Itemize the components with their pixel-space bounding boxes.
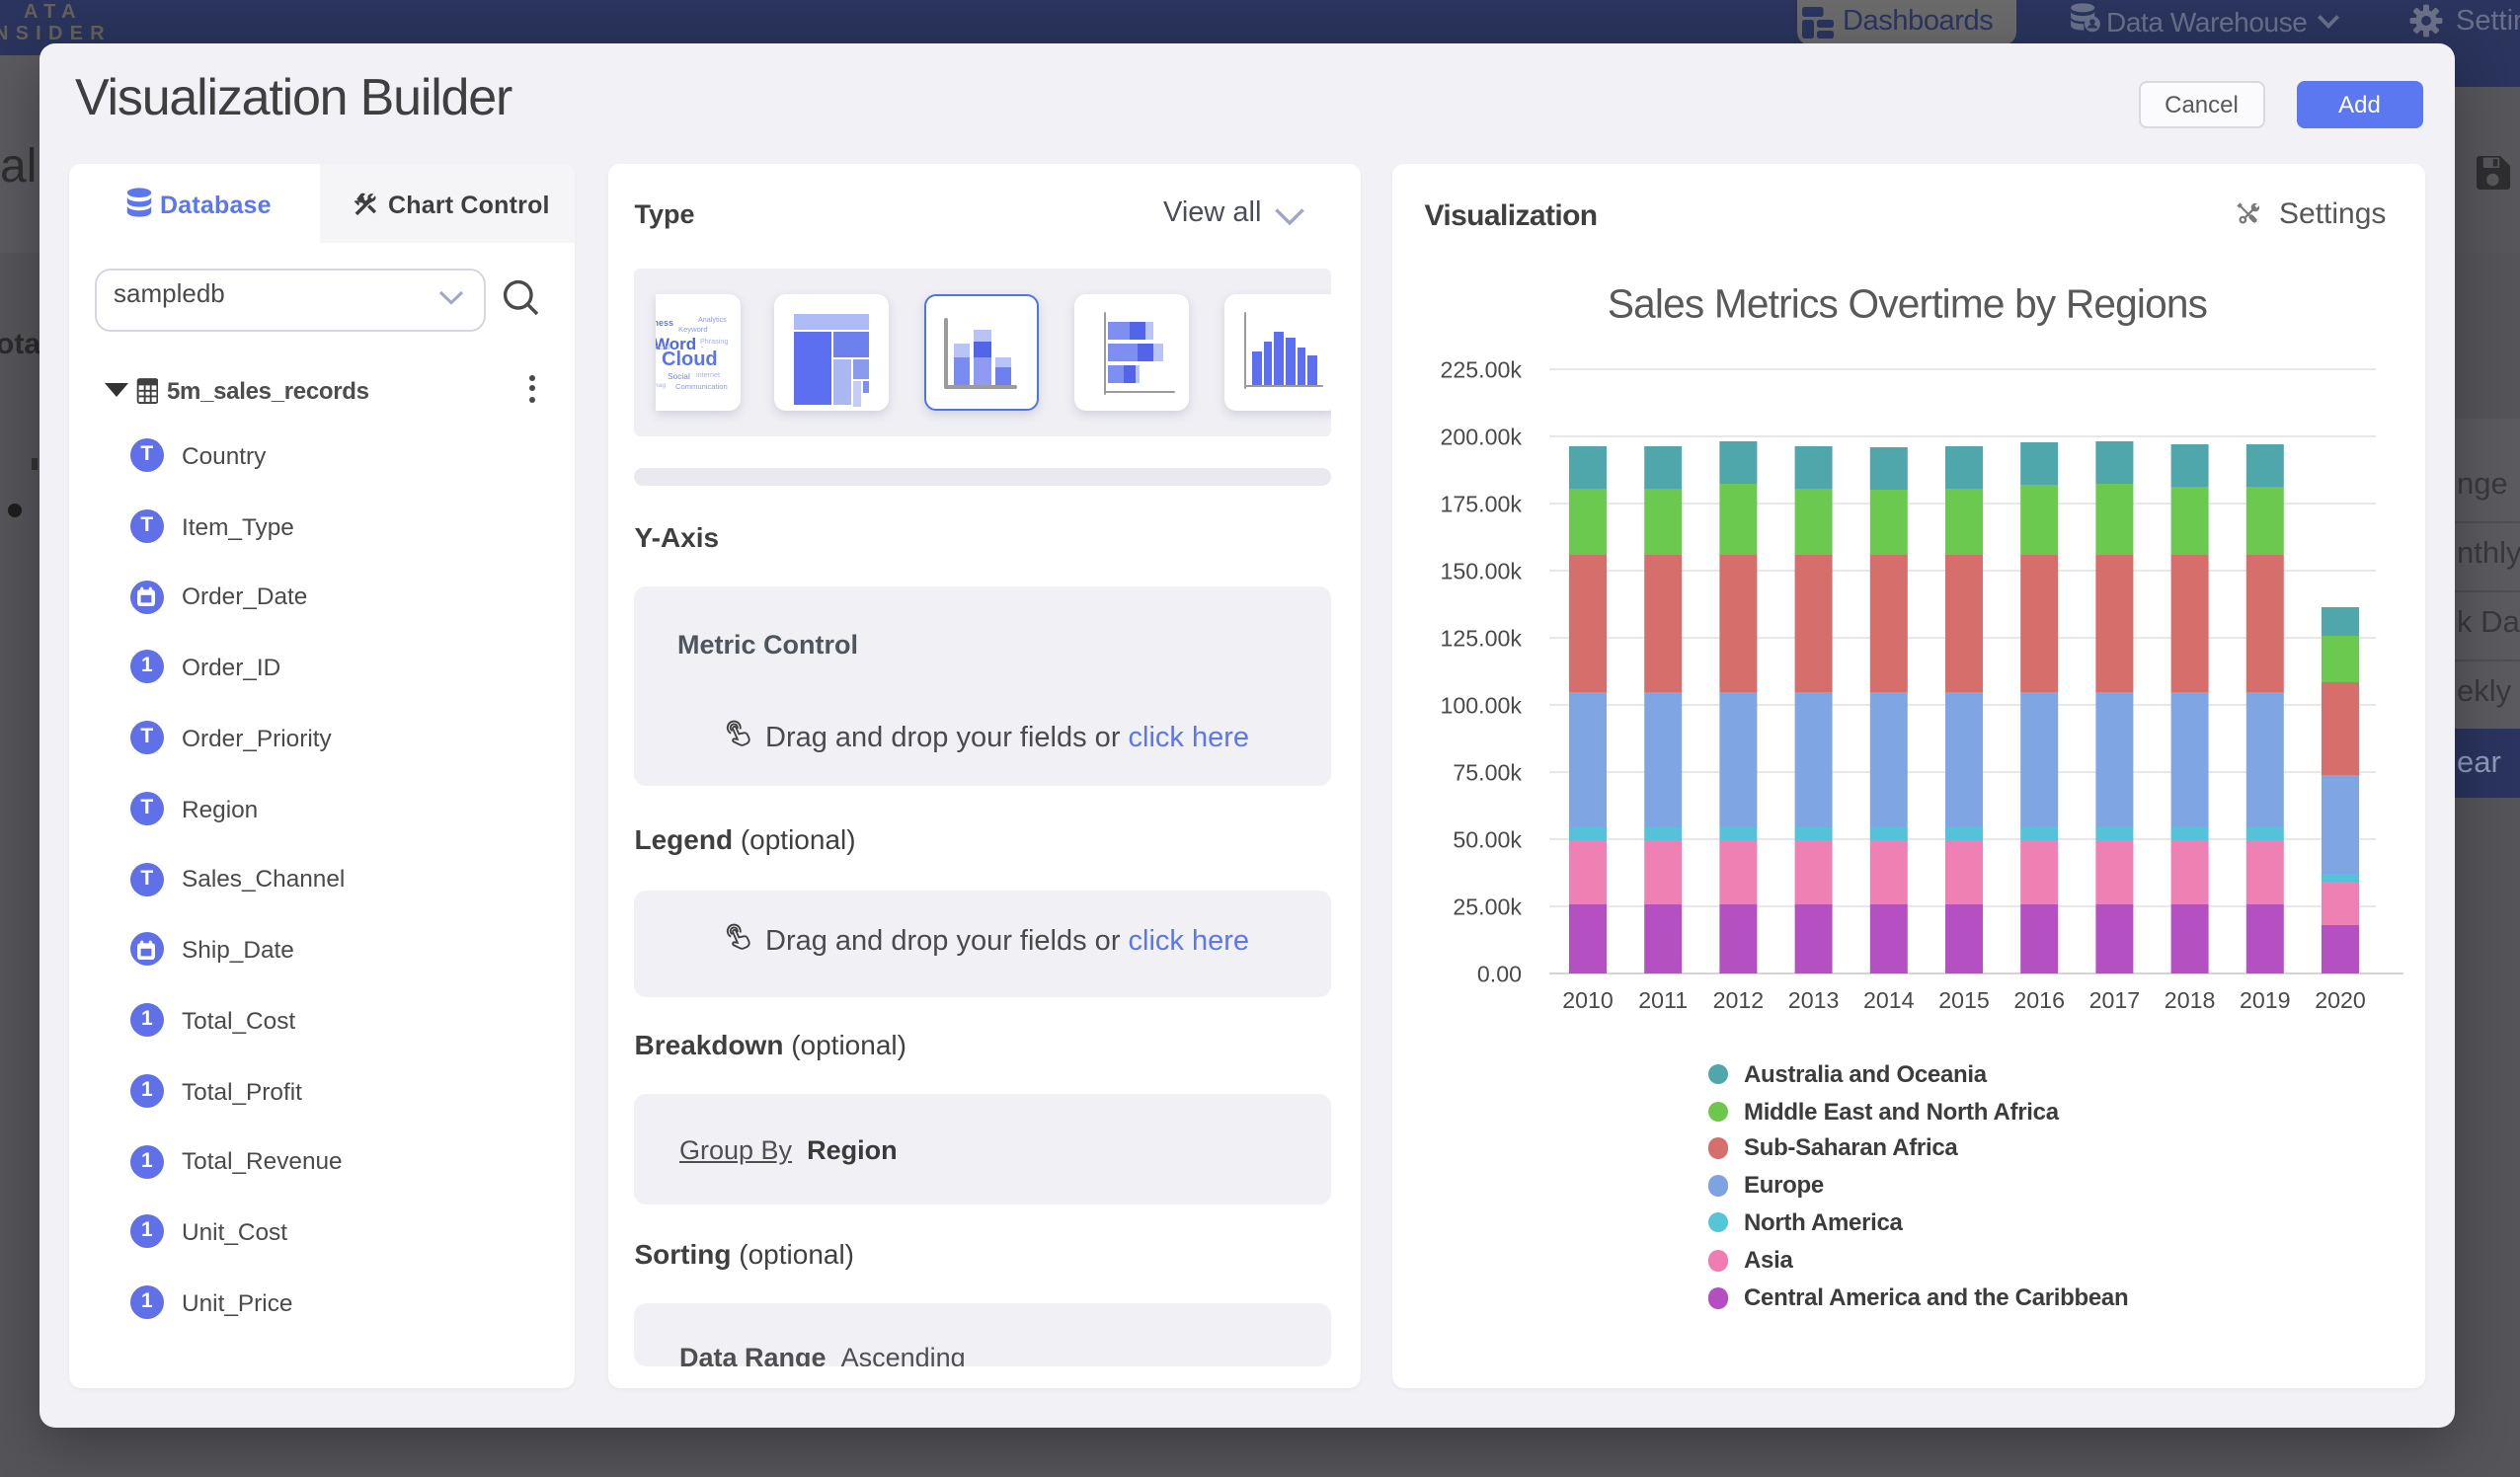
svg-text:2011: 2011 — [1637, 986, 1687, 1012]
svg-text:2019: 2019 — [2239, 986, 2290, 1012]
svg-text:2020: 2020 — [2314, 986, 2365, 1012]
svg-text:175.00k: 175.00k — [1439, 490, 1521, 515]
svg-text:0.00: 0.00 — [1476, 960, 1521, 985]
svg-text:2015: 2015 — [1937, 986, 1989, 1012]
svg-text:2013: 2013 — [1787, 986, 1839, 1012]
svg-text:125.00k: 125.00k — [1439, 624, 1521, 650]
svg-text:2010: 2010 — [1561, 986, 1613, 1012]
svg-text:200.00k: 200.00k — [1439, 423, 1521, 448]
svg-text:2018: 2018 — [2164, 986, 2215, 1012]
svg-text:225.00k: 225.00k — [1439, 355, 1521, 381]
svg-text:50.00k: 50.00k — [1452, 825, 1521, 851]
svg-text:150.00k: 150.00k — [1439, 557, 1521, 583]
svg-text:Sales Metrics Overtime by Regi: Sales Metrics Overtime by Regions — [1607, 280, 2206, 326]
svg-text:75.00k: 75.00k — [1452, 758, 1521, 784]
svg-text:2014: 2014 — [1862, 986, 1914, 1012]
svg-text:100.00k: 100.00k — [1439, 691, 1521, 717]
svg-text:2012: 2012 — [1712, 986, 1764, 1012]
svg-text:2017: 2017 — [2088, 986, 2140, 1012]
svg-text:25.00k: 25.00k — [1452, 893, 1521, 918]
svg-text:2016: 2016 — [2012, 986, 2064, 1012]
